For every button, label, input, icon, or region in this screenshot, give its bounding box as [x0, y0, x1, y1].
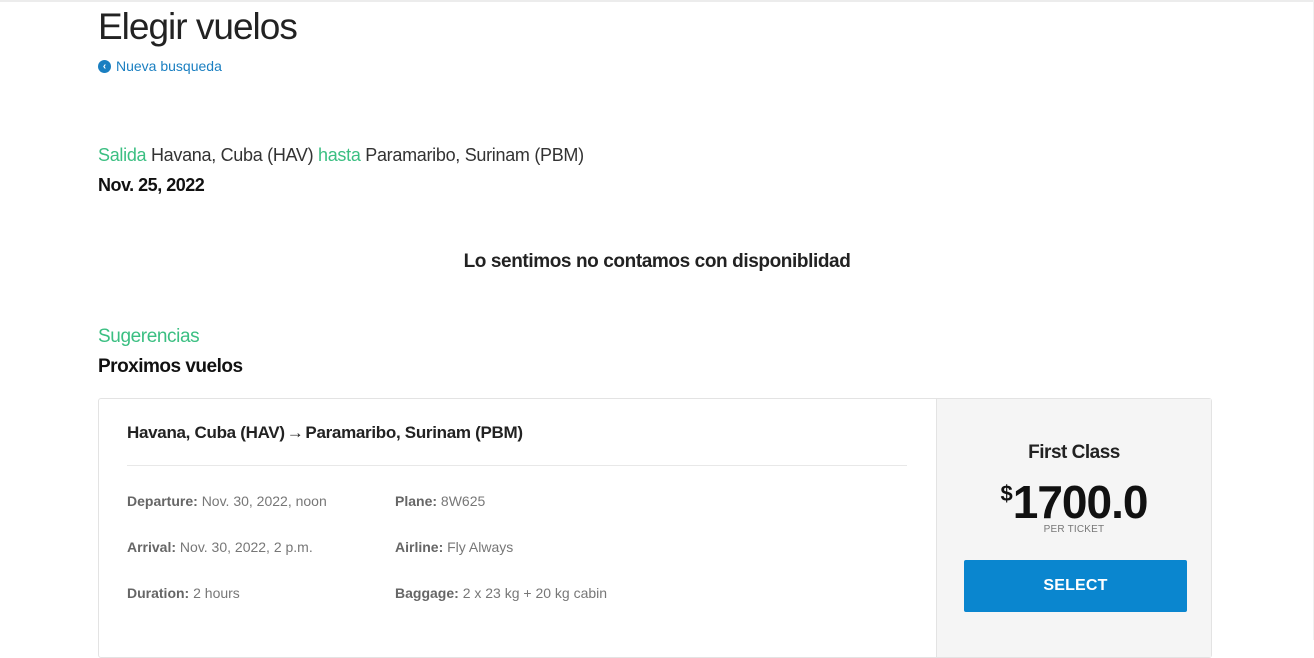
search-route: Salida Havana, Cuba (HAV) hasta Paramari… [98, 145, 584, 166]
price-note: PER TICKET [1043, 524, 1105, 535]
airline-value: Fly Always [447, 539, 514, 555]
search-origin: Havana, Cuba (HAV) [150, 145, 314, 165]
search-destination: Paramaribo, Surinam (PBM) [365, 145, 584, 165]
duration-label: Duration: [127, 585, 190, 601]
currency-symbol: $ [1000, 481, 1013, 506]
airline-label: Airline: [395, 539, 444, 555]
plane-detail: Plane: 8W625 [395, 493, 485, 509]
next-flights-heading: Proximos vuelos [98, 356, 243, 377]
departure-label: Departure: [127, 493, 198, 509]
flight-destination: Paramaribo, Surinam (PBM) [305, 423, 523, 442]
airline-detail: Airline: Fly Always [395, 539, 513, 555]
top-border [0, 0, 1314, 2]
search-date: Nov. 25, 2022 [98, 175, 205, 195]
arrow-circle-left-icon: ‹ [98, 59, 111, 73]
flight-route: Havana, Cuba (HAV) → Paramaribo, Surinam… [127, 423, 523, 443]
new-search-label: Nueva busqueda [116, 58, 222, 74]
plane-value: 8W625 [440, 493, 486, 509]
duration-value: 2 hours [193, 585, 240, 601]
to-word: hasta [318, 145, 361, 165]
divider [127, 465, 907, 466]
arrival-value: Nov. 30, 2022, 2 p.m. [179, 539, 313, 555]
fare-price: $1700.0 [937, 475, 1211, 529]
page-title: Elegir vuelos [98, 6, 298, 47]
departure-word: Salida [98, 145, 147, 165]
baggage-value: 2 x 23 kg + 20 kg cabin [462, 585, 608, 601]
duration-detail: Duration: 2 hours [127, 585, 240, 601]
plane-label: Plane: [395, 493, 438, 509]
arrival-label: Arrival: [127, 539, 177, 555]
price-amount: 1700.0 [1012, 476, 1149, 528]
departure-value: Nov. 30, 2022, noon [201, 493, 327, 509]
no-availability-message: Lo sentimos no contamos con disponiblida… [463, 251, 851, 272]
suggestions-label: Sugerencias [98, 326, 200, 347]
baggage-label: Baggage: [395, 585, 459, 601]
baggage-detail: Baggage: 2 x 23 kg + 20 kg cabin [395, 585, 607, 601]
flight-card: Havana, Cuba (HAV) → Paramaribo, Surinam… [98, 398, 1212, 658]
flight-origin: Havana, Cuba (HAV) [127, 423, 285, 442]
departure-detail: Departure: Nov. 30, 2022, noon [127, 493, 327, 509]
fare-class: First Class [1028, 442, 1120, 463]
select-button[interactable]: SELECT [964, 560, 1187, 612]
arrow-right-icon: → [286, 423, 304, 442]
arrival-detail: Arrival: Nov. 30, 2022, 2 p.m. [127, 539, 313, 555]
flight-details: Havana, Cuba (HAV) → Paramaribo, Surinam… [99, 399, 936, 657]
fare-panel: First Class $1700.0 PER TICKET SELECT [936, 399, 1211, 657]
new-search-link[interactable]: ‹ Nueva busqueda [98, 58, 222, 74]
